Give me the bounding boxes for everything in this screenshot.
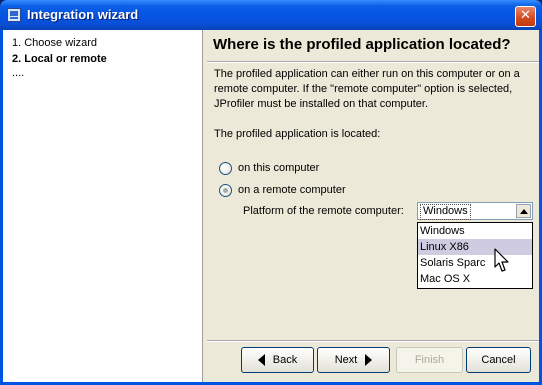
finish-button[interactable]: Finish [396, 347, 463, 373]
arrow-left-icon [257, 354, 265, 366]
location-label: The profiled application is located: [214, 128, 381, 140]
back-button-label: Back [272, 354, 298, 366]
radio-label[interactable]: on a remote computer [238, 184, 346, 196]
page-description: The profiled application can either run … [214, 68, 520, 110]
radio-remote-computer[interactable]: on a remote computer [219, 183, 346, 197]
next-button[interactable]: Next [317, 347, 390, 373]
app-icon [7, 8, 21, 22]
close-icon: ✕ [520, 8, 531, 23]
radio-label[interactable]: on this computer [238, 162, 319, 174]
radio-button-selected-icon[interactable] [219, 183, 232, 197]
step-local-or-remote: 2. Local or remote [12, 53, 107, 65]
next-button-label: Next [334, 354, 358, 366]
platform-combobox[interactable]: Windows [417, 202, 533, 220]
platform-label: Platform of the remote computer: [243, 205, 404, 217]
header-divider [207, 61, 539, 63]
finish-button-label: Finish [414, 354, 445, 366]
mouse-cursor-icon [494, 248, 509, 272]
platform-option-windows[interactable]: Windows [418, 223, 532, 239]
wizard-window: Integration wizard ✕ 1. Choose wizard 2.… [0, 0, 542, 385]
cancel-button[interactable]: Cancel [466, 347, 531, 373]
cancel-button-label: Cancel [481, 354, 516, 366]
close-button[interactable]: ✕ [515, 6, 536, 27]
platform-option-solaris-sparc[interactable]: Solaris Sparc [418, 255, 532, 271]
back-button[interactable]: Back [241, 347, 314, 373]
radio-button-icon[interactable] [219, 161, 232, 175]
platform-option-mac-os-x[interactable]: Mac OS X [418, 271, 532, 287]
platform-dropdown-list[interactable]: Windows Linux X86 Solaris Sparc Mac OS X [417, 222, 533, 289]
steps-panel: 1. Choose wizard 2. Local or remote .... [3, 30, 203, 382]
dropdown-arrow-icon[interactable] [516, 204, 531, 218]
arrow-right-icon [365, 354, 373, 366]
page-title: Where is the profiled application locate… [213, 36, 511, 53]
dialog-body: 1. Choose wizard 2. Local or remote ....… [3, 30, 539, 382]
title-bar[interactable]: Integration wizard ✕ [0, 0, 542, 30]
footer-divider [207, 340, 539, 342]
platform-selected-value[interactable]: Windows [420, 204, 471, 220]
step-more: .... [12, 67, 25, 79]
platform-option-linux-x86[interactable]: Linux X86 [418, 239, 532, 255]
window-title: Integration wizard [27, 7, 139, 22]
radio-this-computer[interactable]: on this computer [219, 161, 319, 175]
step-choose-wizard: 1. Choose wizard [12, 37, 97, 49]
